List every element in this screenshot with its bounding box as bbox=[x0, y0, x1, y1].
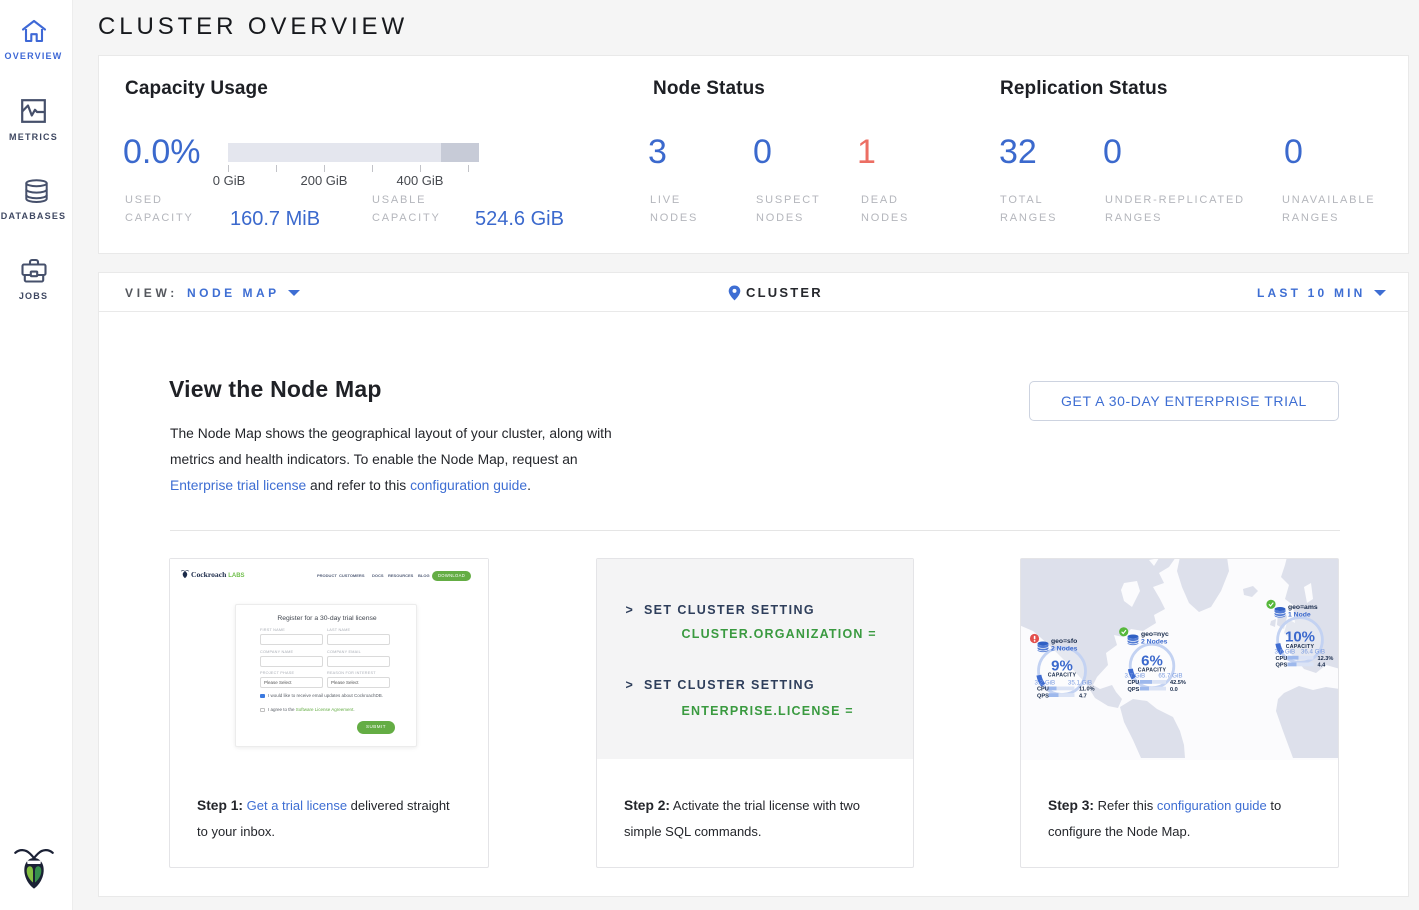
svg-text:2 Nodes: 2 Nodes bbox=[1051, 646, 1078, 653]
svg-text:CPU: CPU bbox=[1128, 680, 1140, 686]
svg-text:CPU: CPU bbox=[1037, 687, 1049, 693]
svg-text:geo=ams: geo=ams bbox=[1288, 604, 1318, 611]
svg-text:0.0: 0.0 bbox=[1170, 687, 1178, 693]
svg-text:geo=nyc: geo=nyc bbox=[1141, 631, 1169, 638]
svg-text:3.7 GiB: 3.7 GiB bbox=[1125, 673, 1146, 680]
svg-text:3.2 GiB: 3.2 GiB bbox=[1035, 679, 1056, 686]
svg-text:4.7: 4.7 bbox=[1079, 693, 1087, 699]
svg-text:1 Node: 1 Node bbox=[1288, 612, 1311, 619]
svg-text:CAPACITY: CAPACITY bbox=[1048, 673, 1077, 679]
svg-text:CPU: CPU bbox=[1276, 656, 1288, 662]
svg-text:geo=sfo: geo=sfo bbox=[1051, 638, 1077, 645]
svg-text:QPS: QPS bbox=[1276, 663, 1288, 669]
svg-text:35.1 GiB: 35.1 GiB bbox=[1068, 679, 1092, 686]
svg-text:2 Nodes: 2 Nodes bbox=[1141, 639, 1168, 646]
svg-text:36.4 GiB: 36.4 GiB bbox=[1301, 649, 1325, 656]
svg-text:4.4: 4.4 bbox=[1318, 663, 1327, 669]
svg-text:65.7 GiB: 65.7 GiB bbox=[1158, 673, 1182, 680]
svg-text:42.5%: 42.5% bbox=[1170, 680, 1186, 686]
svg-text:12.3%: 12.3% bbox=[1318, 656, 1334, 662]
svg-text:QPS: QPS bbox=[1128, 687, 1140, 693]
svg-text:QPS: QPS bbox=[1037, 693, 1049, 699]
svg-text:11.0%: 11.0% bbox=[1079, 687, 1095, 693]
svg-text:10%: 10% bbox=[1285, 629, 1315, 646]
svg-text:3.6 GiB: 3.6 GiB bbox=[1275, 649, 1296, 656]
